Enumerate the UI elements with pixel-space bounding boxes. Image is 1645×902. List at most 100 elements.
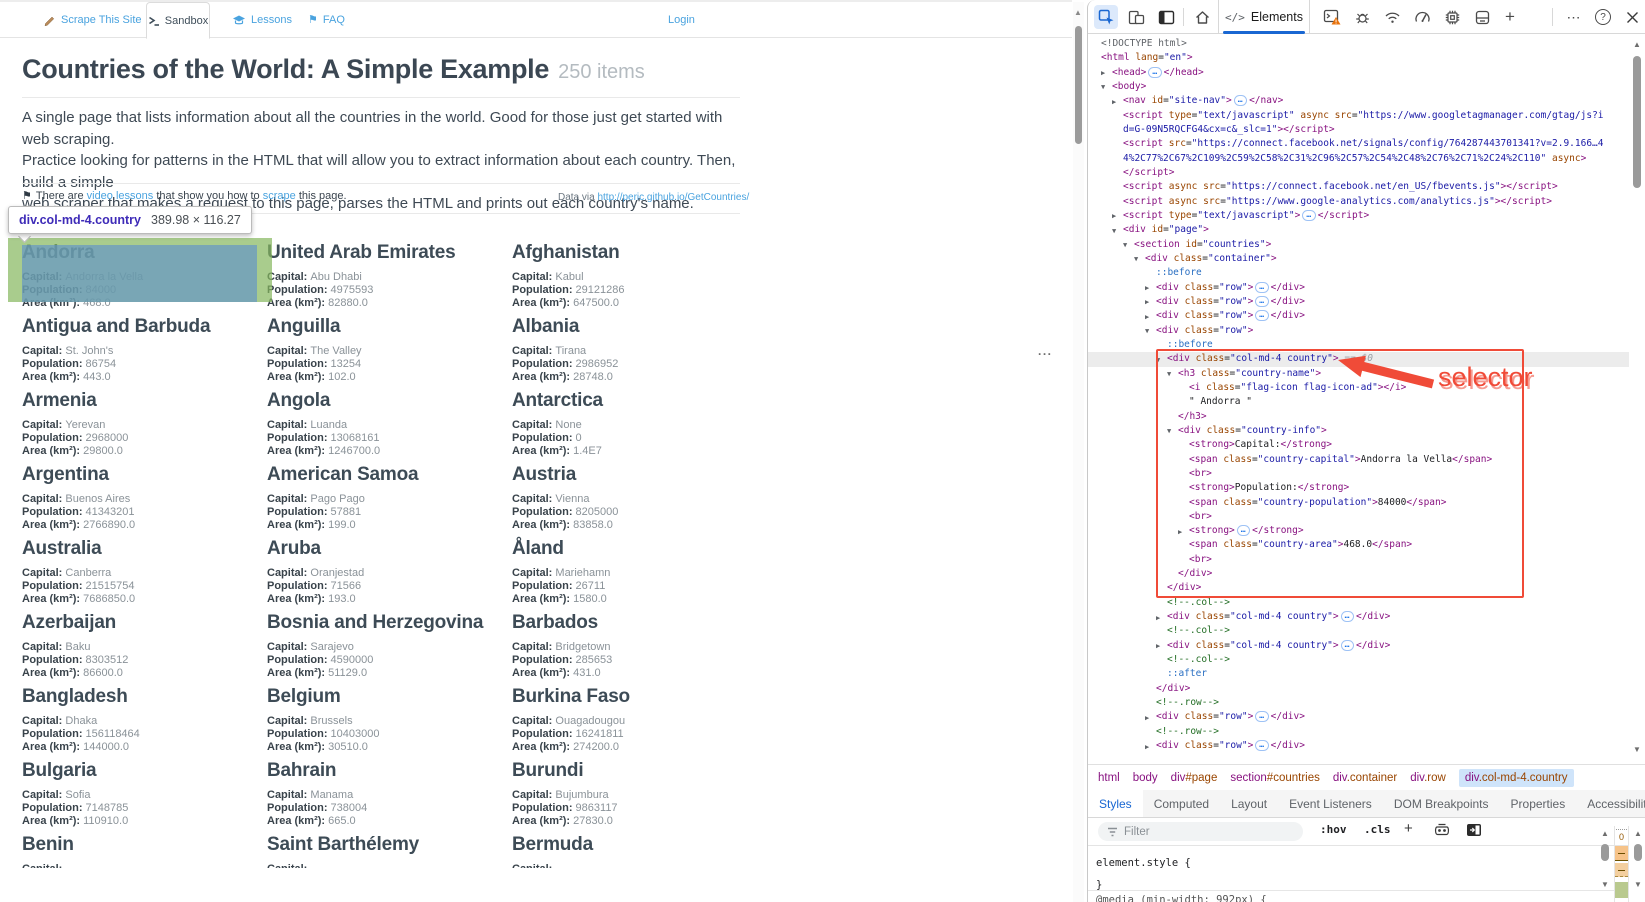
expand-arrow-icon[interactable]: ▶ — [1145, 281, 1149, 295]
dom-tree-node[interactable]: ▶<div class="row">…</div> — [1088, 281, 1629, 295]
expand-arrow-icon[interactable]: ▶ — [1145, 740, 1149, 754]
dom-tree-node[interactable]: ▶<strong>…</strong> — [1088, 524, 1629, 538]
styles-tab-properties[interactable]: Properties — [1500, 790, 1577, 817]
styles-tab-dom-breakpoints[interactable]: DOM Breakpoints — [1383, 790, 1500, 817]
help-icon[interactable]: ? — [1591, 5, 1615, 29]
dom-tree-node[interactable]: ▶<script type="text/javascript">…</scrip… — [1088, 209, 1629, 223]
styles-tab-accessibility[interactable]: Accessibility — [1576, 790, 1645, 817]
styles-tab-layout[interactable]: Layout — [1220, 790, 1278, 817]
styles-tab-event-listeners[interactable]: Event Listeners — [1278, 790, 1383, 817]
dom-tree-node[interactable]: ▼<div class="container"> — [1088, 252, 1629, 266]
dom-tree-node[interactable]: </h3> — [1088, 410, 1629, 424]
dom-tree-node[interactable]: <span class="country-area">468.0</span> — [1088, 538, 1629, 552]
nav-item-lessons[interactable]: Lessons — [232, 2, 292, 38]
dom-tree-node[interactable]: <br> — [1088, 510, 1629, 524]
collapse-arrow-icon[interactable]: ▼ — [1123, 238, 1127, 252]
dom-tree-node[interactable]: <span class="country-capital">Andorra la… — [1088, 453, 1629, 467]
scroll-up-arrow-icon[interactable]: ▲ — [1074, 8, 1082, 17]
dom-tree-node[interactable]: <strong>Population:</strong> — [1088, 481, 1629, 495]
dom-tree-node[interactable]: </div> — [1088, 682, 1629, 696]
collapse-arrow-icon[interactable]: ▼ — [1145, 324, 1149, 338]
collapse-arrow-icon[interactable]: ▼ — [1167, 424, 1171, 438]
dom-tree-node[interactable]: ▶<div class="col-md-4 country">…</div> — [1088, 610, 1629, 624]
collapse-arrow-icon[interactable]: ▼ — [1101, 80, 1105, 94]
scrollbar-thumb[interactable] — [1634, 844, 1642, 861]
breadcrumb-item[interactable]: div.container — [1333, 772, 1397, 784]
dom-tree-node[interactable]: ▶<div class="row">…</div> — [1088, 309, 1629, 323]
dom-tree-node[interactable]: ▶<div class="col-md-4 country">…</div> — [1088, 639, 1629, 653]
dom-tree-node[interactable]: <!--.col--> — [1088, 624, 1629, 638]
dom-tree-node[interactable]: ▼<div class="row"> — [1088, 324, 1629, 338]
dom-tree-node[interactable]: ::before — [1088, 338, 1629, 352]
dom-tree-node[interactable]: ▼<section id="countries"> — [1088, 238, 1629, 252]
dom-tree-scrollbar[interactable]: ▲ ▼ — [1629, 37, 1645, 760]
dom-tree-node[interactable]: </script> — [1088, 166, 1629, 180]
expand-arrow-icon[interactable]: ▶ — [1145, 310, 1149, 324]
dom-tree-node[interactable]: ::before — [1088, 266, 1629, 280]
expand-arrow-icon[interactable]: ▶ — [1101, 66, 1105, 80]
network-conditions-icon[interactable] — [1380, 5, 1404, 29]
nav-item-faq[interactable]: ⚑ FAQ — [308, 2, 345, 38]
new-style-rule-button[interactable]: + — [1404, 820, 1413, 837]
more-tools-plus-icon[interactable]: + — [1498, 5, 1522, 29]
dom-tree-node[interactable]: <span class="country-population">84000</… — [1088, 496, 1629, 510]
inspect-element-icon[interactable] — [1094, 5, 1118, 29]
expand-arrow-icon[interactable]: ▶ — [1145, 711, 1149, 725]
breadcrumb-item[interactable]: section#countries — [1230, 772, 1320, 784]
computed-sidebar-toggle-icon[interactable] — [1466, 823, 1482, 842]
dom-tree-node[interactable]: </div> — [1088, 581, 1629, 595]
toggle-classes-button[interactable]: .cls — [1364, 823, 1391, 836]
expand-arrow-icon[interactable]: ▶ — [1178, 525, 1182, 539]
tab-elements[interactable]: </> Elements — [1218, 0, 1310, 34]
page-scrollbar[interactable]: ▲ — [1073, 2, 1084, 902]
scroll-down-arrow-icon[interactable]: ▼ — [1633, 745, 1641, 754]
dom-tree-node[interactable]: ▶<head>…</head> — [1088, 66, 1629, 80]
dom-tree-node[interactable]: <br> — [1088, 467, 1629, 481]
performance-gauge-icon[interactable] — [1410, 5, 1434, 29]
expand-arrow-icon[interactable]: ▶ — [1156, 611, 1160, 625]
breadcrumb-item[interactable]: div#page — [1171, 772, 1218, 784]
scrollbar-thumb[interactable] — [1633, 56, 1641, 188]
window-scrollbar[interactable]: ▲ ▼ — [1630, 826, 1645, 902]
dom-tree-node[interactable]: ▼<div class="col-md-4 country"> == $0 — [1088, 352, 1629, 366]
styles-scrollbar[interactable]: ▲ ▼ — [1597, 826, 1613, 902]
scrollbar-thumb[interactable] — [1601, 844, 1609, 861]
nav-item-sandbox[interactable]: Sandbox — [146, 2, 210, 39]
console-icon[interactable] — [1320, 5, 1344, 29]
dom-tree-node[interactable]: <script async src="https://www.google-an… — [1088, 195, 1629, 209]
styles-filter-input[interactable]: Filter — [1098, 822, 1303, 841]
cpu-chip-icon[interactable] — [1440, 5, 1464, 29]
toggle-hover-states-button[interactable]: :hov — [1320, 823, 1347, 836]
styles-tab-styles[interactable]: Styles — [1088, 790, 1143, 817]
dom-tree-node[interactable]: ▶<div class="row">…</div> — [1088, 739, 1629, 753]
collapse-arrow-icon[interactable]: ▼ — [1112, 224, 1116, 238]
dom-tree-node[interactable]: </div> — [1088, 567, 1629, 581]
scroll-up-arrow-icon[interactable]: ▲ — [1634, 829, 1642, 838]
dom-tree-node[interactable]: <!--.col--> — [1088, 596, 1629, 610]
collapse-arrow-icon[interactable]: ▼ — [1156, 353, 1160, 367]
panel-layout-icon[interactable] — [1154, 5, 1178, 29]
application-storage-icon[interactable] — [1470, 5, 1494, 29]
hint-link[interactable]: scrape — [263, 190, 296, 202]
scroll-up-arrow-icon[interactable]: ▲ — [1601, 829, 1609, 838]
pseudo-states-icon[interactable] — [1434, 823, 1450, 841]
breadcrumb-item[interactable]: div.col-md-4.country — [1459, 769, 1574, 787]
styles-tab-computed[interactable]: Computed — [1143, 790, 1220, 817]
more-options-icon[interactable]: ⋯ — [1562, 5, 1586, 29]
dom-tree-node[interactable]: d=G-09N5RQCFG4&cx=c&_slc=1"></script> — [1088, 123, 1629, 137]
dom-tree-node[interactable]: ::after — [1088, 667, 1629, 681]
login-link[interactable]: Login — [668, 2, 695, 38]
expand-arrow-icon[interactable]: ▶ — [1156, 639, 1160, 653]
dom-tree-node[interactable]: <strong>Capital:</strong> — [1088, 438, 1629, 452]
dom-tree-node[interactable]: ▶<nav id="site-nav">…</nav> — [1088, 94, 1629, 108]
scroll-down-arrow-icon[interactable]: ▼ — [1601, 880, 1609, 889]
home-icon[interactable] — [1190, 5, 1214, 29]
breadcrumb-item[interactable]: html — [1098, 772, 1120, 784]
dom-tree-node[interactable]: <script async src="https://connect.faceb… — [1088, 180, 1629, 194]
dom-tree-node[interactable]: <script type="text/javascript" async src… — [1088, 109, 1629, 123]
dom-tree-node[interactable]: 4%2C77%2C67%2C109%2C59%2C58%2C31%2C96%2C… — [1088, 152, 1629, 166]
scroll-down-arrow-icon[interactable]: ▼ — [1634, 880, 1642, 889]
close-devtools-icon[interactable] — [1620, 5, 1644, 29]
dom-tree-node[interactable]: ▼<body> — [1088, 80, 1629, 94]
data-source-link[interactable]: http://peric.github.io/GetCountries/ — [597, 192, 749, 203]
